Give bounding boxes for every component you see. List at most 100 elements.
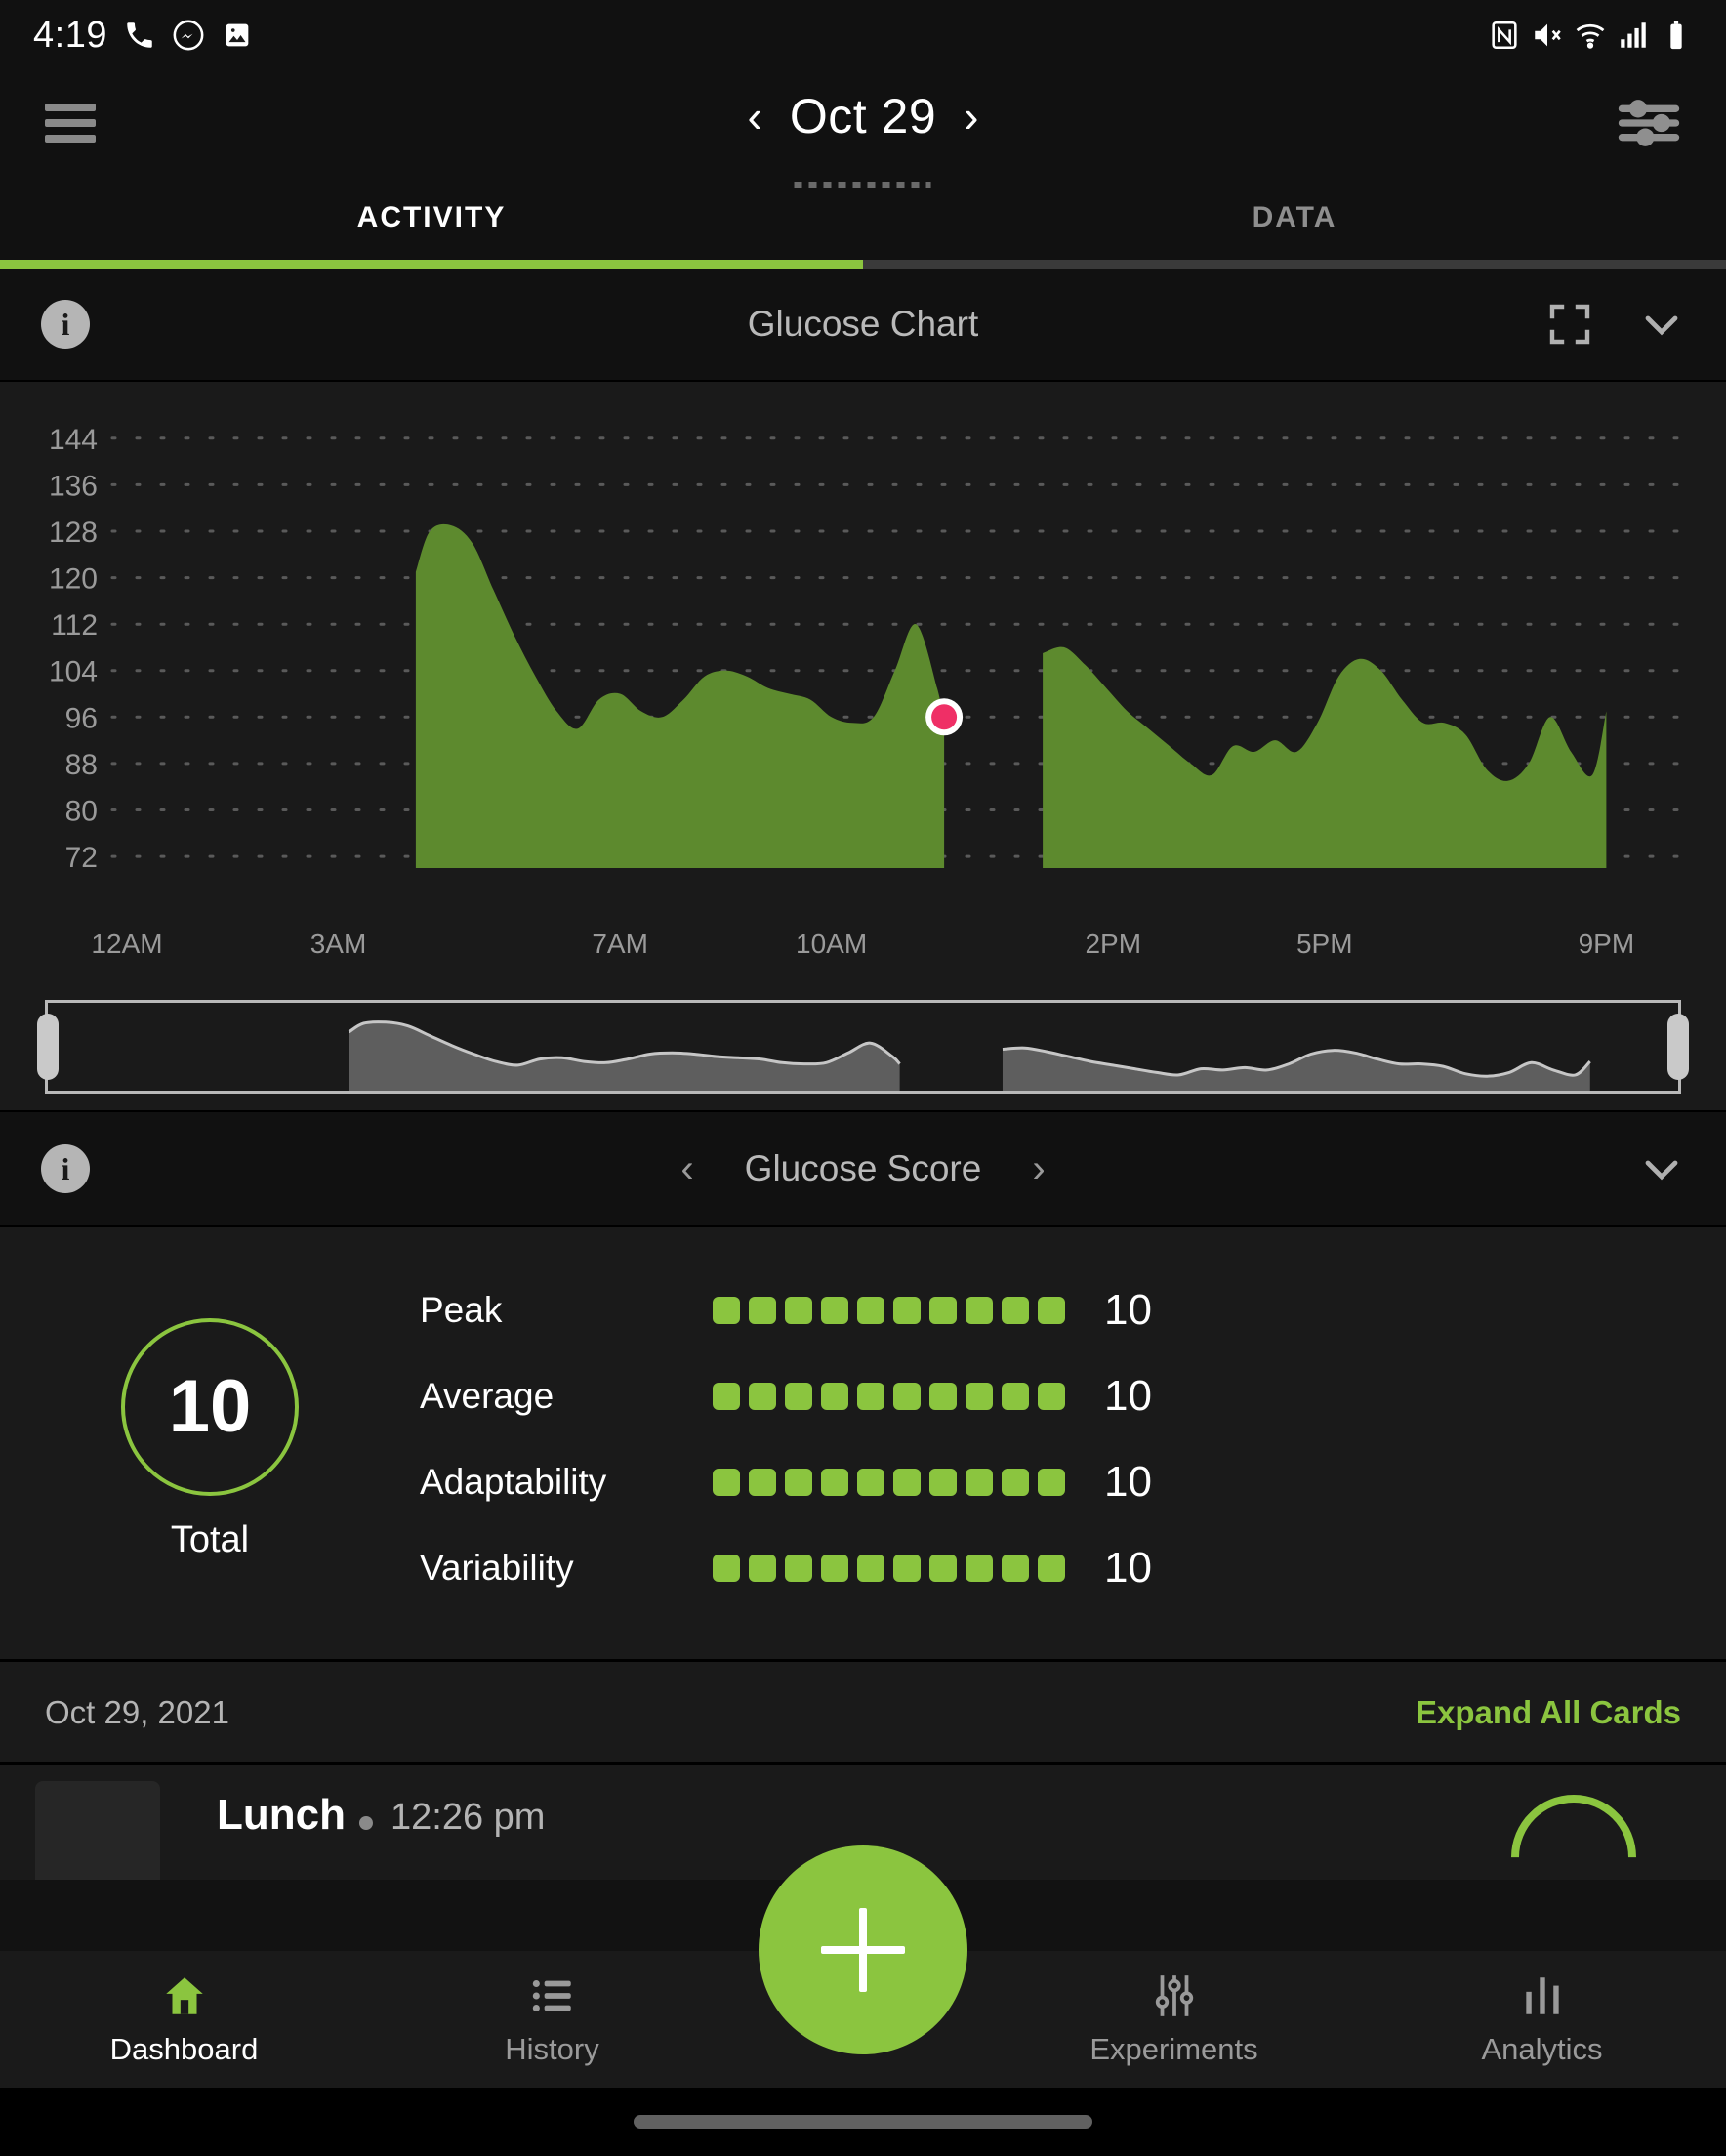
glucose-area-chart[interactable]: 144 136 128 120 112 104 96 88 80 72 xyxy=(0,395,1726,903)
info-icon[interactable]: i xyxy=(41,300,90,349)
glucose-chart-title: Glucose Chart xyxy=(747,304,979,344)
svg-text:80: 80 xyxy=(65,796,98,828)
previous-score-card-button[interactable]: ‹ xyxy=(680,1149,693,1188)
total-score-ring: 10 xyxy=(121,1317,299,1496)
nav-label-analytics: Analytics xyxy=(1481,2032,1603,2066)
score-segment xyxy=(713,1297,740,1324)
score-segment xyxy=(857,1297,884,1324)
battery-icon xyxy=(1660,19,1693,52)
cell-signal-icon xyxy=(1617,19,1650,52)
previous-day-button[interactable]: ‹ xyxy=(748,94,762,139)
score-segment xyxy=(1038,1383,1065,1410)
phone-icon xyxy=(123,19,156,52)
score-row: Average 10 xyxy=(420,1366,1638,1427)
date-navigator-row: ‹ Oct 29 › xyxy=(748,88,979,145)
chart-range-scrubber[interactable] xyxy=(0,983,1726,1110)
score-segment xyxy=(713,1555,740,1582)
tab-activity[interactable]: ACTIVITY xyxy=(0,176,863,260)
score-segment xyxy=(929,1383,957,1410)
svg-text:96: 96 xyxy=(65,702,98,734)
status-time: 4:19 xyxy=(33,14,107,56)
scrubber-handle-right[interactable] xyxy=(1667,1014,1689,1080)
score-segment xyxy=(893,1555,921,1582)
messenger-icon xyxy=(172,19,205,52)
expand-all-cards-button[interactable]: Expand All Cards xyxy=(1416,1694,1681,1731)
nfc-icon xyxy=(1488,19,1521,52)
chevron-down-icon[interactable] xyxy=(1638,1145,1685,1192)
chevron-down-icon[interactable] xyxy=(1638,301,1685,348)
bar-chart-icon xyxy=(1518,1971,1567,2020)
nav-item-experiments[interactable]: Experiments xyxy=(990,1971,1358,2067)
nav-label-experiments: Experiments xyxy=(1089,2032,1258,2066)
scrubber-handle-left[interactable] xyxy=(37,1014,59,1080)
score-segment xyxy=(1038,1555,1065,1582)
score-segment xyxy=(821,1383,848,1410)
score-segment-bar xyxy=(713,1469,1065,1496)
tab-indicator xyxy=(0,260,1726,269)
add-entry-fab[interactable] xyxy=(759,1845,967,2054)
info-icon[interactable]: i xyxy=(41,1144,90,1193)
score-segment xyxy=(929,1469,957,1496)
sliders-filter-icon[interactable] xyxy=(1617,98,1681,148)
glucose-chart-area[interactable]: 144 136 128 120 112 104 96 88 80 72 xyxy=(0,382,1726,929)
lunch-score-ring xyxy=(1485,1768,1663,1880)
app-top-bar: ‹ Oct 29 › xyxy=(0,70,1726,188)
scrubber-minichart xyxy=(348,1020,1591,1091)
lunch-thumbnail xyxy=(35,1781,160,1880)
current-date-label[interactable]: Oct 29 xyxy=(790,88,936,145)
chart-area-segment-1 xyxy=(415,523,945,868)
next-day-button[interactable]: › xyxy=(964,94,978,139)
chart-x-tick: 3AM xyxy=(309,929,367,959)
next-score-card-button[interactable]: › xyxy=(1032,1149,1045,1188)
score-segment xyxy=(1002,1555,1029,1582)
score-segment xyxy=(893,1469,921,1496)
chart-area-segment-2 xyxy=(1043,646,1607,868)
fullscreen-icon[interactable] xyxy=(1546,301,1593,348)
total-score-label: Total xyxy=(170,1518,250,1560)
tab-data[interactable]: DATA xyxy=(863,176,1726,260)
chart-x-axis: 12AM 3AM 7AM 10AM 2PM 5PM 9PM xyxy=(0,929,1726,983)
score-segment xyxy=(713,1469,740,1496)
nav-label-history: History xyxy=(505,2032,599,2066)
score-row: Peak 10 xyxy=(420,1280,1638,1341)
score-segment xyxy=(785,1469,812,1496)
score-row: Variability 10 xyxy=(420,1538,1638,1598)
date-navigator: ‹ Oct 29 › xyxy=(748,88,979,188)
date-underline-dots xyxy=(794,182,931,188)
hamburger-menu-icon[interactable] xyxy=(45,104,96,143)
svg-text:144: 144 xyxy=(49,424,98,456)
score-row-label-average: Average xyxy=(420,1376,555,1416)
gesture-pill xyxy=(634,2115,1092,2129)
score-segment xyxy=(749,1383,776,1410)
svg-text:128: 128 xyxy=(49,517,98,549)
wifi-icon xyxy=(1574,19,1607,52)
svg-text:104: 104 xyxy=(49,656,98,688)
chart-x-tick: 5PM xyxy=(1295,929,1353,959)
chart-x-tick: 10AM xyxy=(796,929,868,959)
scrubber-track[interactable] xyxy=(37,1000,1689,1094)
total-score-value: 10 xyxy=(168,1365,252,1448)
chart-x-tick: 12AM xyxy=(91,929,163,959)
home-icon xyxy=(160,1971,209,2020)
nav-item-dashboard[interactable]: Dashboard xyxy=(0,1971,368,2067)
score-segment xyxy=(966,1383,993,1410)
score-row-value: 10 xyxy=(1104,1458,1152,1506)
score-segment xyxy=(821,1297,848,1324)
svg-text:112: 112 xyxy=(51,609,98,642)
score-row-value: 10 xyxy=(1104,1544,1152,1592)
chart-x-tick: 7AM xyxy=(592,929,648,959)
score-segment xyxy=(785,1383,812,1410)
nav-item-history[interactable]: History xyxy=(368,1971,736,2067)
score-segment xyxy=(785,1297,812,1324)
svg-text:72: 72 xyxy=(65,842,98,874)
timeline-date-label: Oct 29, 2021 xyxy=(45,1693,229,1730)
score-segment xyxy=(857,1555,884,1582)
current-reading-marker xyxy=(931,704,958,730)
chart-x-tick: 2PM xyxy=(1085,929,1142,959)
lunch-title: Lunch xyxy=(217,1791,346,1839)
score-segment xyxy=(749,1469,776,1496)
score-segment xyxy=(966,1469,993,1496)
score-row-label-peak: Peak xyxy=(420,1290,503,1330)
status-bar-left: 4:19 xyxy=(33,15,254,57)
nav-item-analytics[interactable]: Analytics xyxy=(1358,1971,1726,2067)
